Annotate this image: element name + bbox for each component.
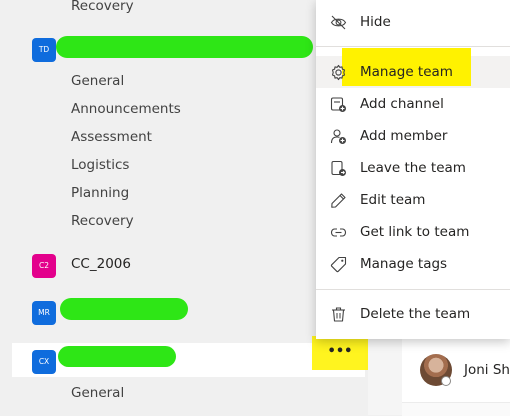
menu-item-add-member[interactable]: Add member xyxy=(316,120,510,152)
menu-item-label: Manage team xyxy=(360,64,453,80)
channel-item[interactable]: General xyxy=(71,72,124,90)
menu-item-label: Edit team xyxy=(360,192,426,208)
menu-item-label: Add channel xyxy=(360,96,444,112)
menu-item-label: Delete the team xyxy=(360,306,471,322)
team-avatar: C2 xyxy=(32,254,56,278)
menu-item-manage-tags[interactable]: Manage tags xyxy=(316,248,510,280)
menu-item-edit-team[interactable]: Edit team xyxy=(316,184,510,216)
menu-divider xyxy=(316,289,510,290)
gear-icon xyxy=(330,64,347,81)
channel-item[interactable]: Recovery xyxy=(71,212,134,230)
channel-item[interactable]: Recovery xyxy=(71,0,134,15)
menu-item-label: Hide xyxy=(360,14,391,30)
more-options-button[interactable]: ••• xyxy=(326,345,354,361)
presence-status-icon xyxy=(441,376,451,386)
team-name: CC_2006 xyxy=(71,256,131,272)
team-avatar: MR xyxy=(32,301,56,325)
menu-item-add-channel[interactable]: Add channel xyxy=(316,88,510,120)
leave-team-icon xyxy=(330,160,347,177)
redacted-team-name xyxy=(60,298,188,320)
tag-icon xyxy=(330,256,347,273)
trash-icon xyxy=(330,306,347,323)
team-avatar: TD xyxy=(32,38,56,62)
channel-item[interactable]: Logistics xyxy=(71,156,129,174)
team-row-td[interactable]: TD xyxy=(0,30,368,66)
redacted-team-name xyxy=(58,346,176,367)
menu-item-get-link[interactable]: Get link to team xyxy=(316,216,510,248)
add-member-icon xyxy=(330,128,347,145)
team-avatar: CX xyxy=(32,350,56,374)
menu-item-hide[interactable]: Hide xyxy=(316,6,510,38)
redacted-team-name xyxy=(56,36,313,58)
team-row-mr[interactable]: MR xyxy=(0,295,368,331)
link-icon xyxy=(330,224,347,241)
member-name[interactable]: Joni She xyxy=(464,362,510,378)
team-context-menu: Hide Manage team Add channel Add member … xyxy=(316,0,510,339)
teams-list-pane: Recovery TD General Announcements Assess… xyxy=(0,0,370,415)
eye-slash-icon xyxy=(330,14,347,31)
menu-item-manage-team-content[interactable]: Manage team xyxy=(316,56,510,88)
pencil-icon xyxy=(330,192,347,209)
team-row-cc2006[interactable]: C2 CC_2006 xyxy=(0,246,368,282)
member-card-footer xyxy=(402,402,510,416)
menu-item-delete-team[interactable]: Delete the team xyxy=(316,298,510,330)
menu-item-label: Get link to team xyxy=(360,224,470,240)
menu-divider xyxy=(316,46,510,47)
menu-item-leave-team[interactable]: Leave the team xyxy=(316,152,510,184)
menu-item-label: Add member xyxy=(360,128,448,144)
menu-item-label: Manage tags xyxy=(360,256,448,272)
add-channel-icon xyxy=(330,96,347,113)
channel-item[interactable]: Announcements xyxy=(71,100,181,118)
menu-item-label: Leave the team xyxy=(360,160,466,176)
channel-item[interactable]: General xyxy=(71,384,124,402)
channel-item[interactable]: Planning xyxy=(71,184,129,202)
channel-item[interactable]: Assessment xyxy=(71,128,152,146)
